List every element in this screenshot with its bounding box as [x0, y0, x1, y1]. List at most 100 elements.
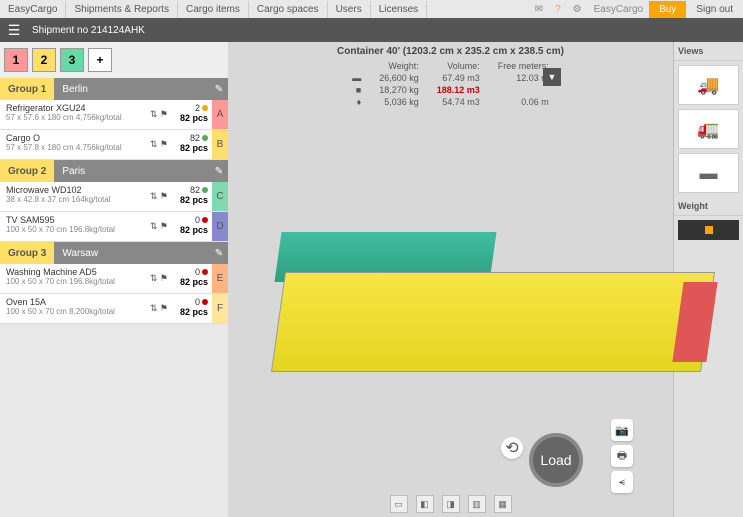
group-city: Paris	[54, 160, 210, 182]
group-city: Warsaw	[54, 242, 210, 264]
cargo-dims: 100 x 50 x 70 cm 196.8kg/total	[6, 277, 140, 286]
group-tab-add[interactable]: +	[88, 48, 112, 72]
stat-volume: 54.74 m3	[429, 97, 488, 107]
nav-shipments[interactable]: Shipments & Reports	[66, 1, 178, 18]
view-container-icon[interactable]: ▬	[678, 153, 739, 193]
cargo-item[interactable]: Oven 15A100 x 50 x 70 cm 8,200kg/total ⇅…	[0, 294, 228, 324]
cargo-count: 0	[176, 215, 208, 225]
cargo-name: Microwave WD102	[6, 185, 140, 195]
stat-weight: 18,270 kg	[371, 85, 427, 95]
cargo-color-letter: D	[212, 212, 228, 241]
tool-5-icon[interactable]: ▦	[494, 495, 512, 513]
top-navigation: EasyCargo Shipments & Reports Cargo item…	[0, 0, 743, 18]
group-tab-3[interactable]: 3	[60, 48, 84, 72]
cargo-name: Oven 15A	[6, 297, 140, 307]
help-icon[interactable]: ?	[549, 1, 567, 18]
cargo-name: Cargo O	[6, 133, 140, 143]
nav-cargo-items[interactable]: Cargo items	[178, 1, 249, 18]
group-edit-icon[interactable]: ✎	[210, 242, 228, 264]
cargo-name: Washing Machine AD5	[6, 267, 140, 277]
stat-volume: 188.12 m3	[429, 85, 488, 95]
shipment-title: Shipment no 214124AHK	[28, 25, 145, 36]
menu-icon[interactable]: ☰	[0, 22, 28, 39]
cargo-color-letter: C	[212, 182, 228, 211]
cargo-count: 82	[176, 133, 208, 143]
camera-icon[interactable]: 📷	[611, 419, 633, 441]
signout-button[interactable]: Sign out	[686, 1, 743, 18]
cargo-pcs: 82 pcs	[176, 143, 208, 153]
tool-1-icon[interactable]: ▭	[390, 495, 408, 513]
container-title: Container 40' (1203.2 cm x 235.2 cm x 23…	[232, 46, 669, 57]
cargo-tool-icons[interactable]: ⇅ ⚑	[146, 294, 172, 323]
view-truck-rear-icon[interactable]: 🚛	[678, 109, 739, 149]
cargo-color-letter: F	[212, 294, 228, 323]
print-icon[interactable]: 🖶	[611, 445, 633, 467]
cargo-block-yellow	[271, 272, 715, 372]
stat-free: 0.06 m	[490, 97, 557, 107]
stat-weight: 5,036 kg	[371, 97, 427, 107]
load-button[interactable]: Load	[529, 433, 583, 487]
share-icon[interactable]: ⪪	[611, 471, 633, 493]
cargo-tool-icons[interactable]: ⇅ ⚑	[146, 100, 172, 129]
cargo-dims: 57 x 57.6 x 180 cm 4,756kg/total	[6, 113, 140, 122]
stat-icon: ■	[344, 85, 369, 95]
cargo-tool-icons[interactable]: ⇅ ⚑	[146, 212, 172, 241]
tool-3-icon[interactable]: ◨	[442, 495, 460, 513]
group-edit-icon[interactable]: ✎	[210, 78, 228, 100]
cargo-count: 0	[176, 297, 208, 307]
cargo-dims: 38 x 42.8 x 37 cm 164kg/total	[6, 195, 140, 204]
cargo-tool-icons[interactable]: ⇅ ⚑	[146, 130, 172, 159]
stat-icon: ▬	[344, 73, 369, 83]
cargo-item[interactable]: TV SAM595100 x 50 x 70 cm 196.8kg/total …	[0, 212, 228, 242]
app-link[interactable]: EasyCargo	[588, 1, 649, 18]
cargo-count: 2	[176, 103, 208, 113]
bottom-toolbar: ▭ ◧ ◨ ▥ ▦	[390, 495, 512, 513]
group-label: Group 2	[0, 160, 54, 182]
rotate-controls: ⟲	[501, 437, 523, 459]
cargo-item[interactable]: Washing Machine AD5100 x 50 x 70 cm 196.…	[0, 264, 228, 294]
container-dropdown[interactable]: ▼	[543, 68, 561, 86]
cargo-item[interactable]: Microwave WD10238 x 42.8 x 37 cm 164kg/t…	[0, 182, 228, 212]
cargo-color-letter: B	[212, 130, 228, 159]
cargo-count: 82	[176, 185, 208, 195]
container-stats-table: Weight:Volume:Free meters: ▬26,600 kg67.…	[342, 59, 559, 109]
tool-2-icon[interactable]: ◧	[416, 495, 434, 513]
stat-volume: 67.49 m3	[429, 73, 488, 83]
group-tab-2[interactable]: 2	[32, 48, 56, 72]
nav-cargo-spaces[interactable]: Cargo spaces	[249, 1, 328, 18]
cargo-dims: 100 x 50 x 70 cm 196.8kg/total	[6, 225, 140, 234]
group-header[interactable]: Group 3Warsaw✎	[0, 242, 228, 264]
cargo-pcs: 82 pcs	[176, 307, 208, 317]
viewport-3d: ▼ Container 40' (1203.2 cm x 235.2 cm x …	[228, 42, 673, 517]
shipment-bar: ☰ Shipment no 214124AHK	[0, 18, 743, 42]
cargo-tool-icons[interactable]: ⇅ ⚑	[146, 182, 172, 211]
nav-easycargo[interactable]: EasyCargo	[0, 1, 66, 18]
nav-users[interactable]: Users	[328, 1, 371, 18]
gear-icon[interactable]: ⚙	[567, 1, 588, 18]
group-header[interactable]: Group 2Paris✎	[0, 160, 228, 182]
view-truck-side-icon[interactable]: 🚚	[678, 65, 739, 105]
cargo-tool-icons[interactable]: ⇅ ⚑	[146, 264, 172, 293]
views-label: Views	[674, 42, 743, 61]
stat-free	[490, 85, 557, 95]
group-tab-1[interactable]: 1	[4, 48, 28, 72]
cargo-name: Refrigerator XGU24	[6, 103, 140, 113]
rotate-icon[interactable]: ⟲	[501, 437, 523, 459]
cargo-item[interactable]: Refrigerator XGU2457 x 57.6 x 180 cm 4,7…	[0, 100, 228, 130]
cargo-dims: 57 x 57.8 x 180 cm 4,756kg/total	[6, 143, 140, 152]
cargo-pcs: 82 pcs	[176, 113, 208, 123]
mail-icon[interactable]: ✉	[529, 1, 549, 18]
cargo-pcs: 82 pcs	[176, 277, 208, 287]
group-tabs: 1 2 3 +	[0, 42, 228, 78]
group-city: Berlin	[54, 78, 210, 100]
stat-weight: 26,600 kg	[371, 73, 427, 83]
nav-licenses[interactable]: Licenses	[371, 1, 427, 18]
group-header[interactable]: Group 1Berlin✎	[0, 78, 228, 100]
buy-button[interactable]: Buy	[649, 1, 686, 18]
container-3d-view[interactable]	[248, 162, 653, 442]
tool-4-icon[interactable]: ▥	[468, 495, 486, 513]
group-edit-icon[interactable]: ✎	[210, 160, 228, 182]
cargo-item[interactable]: Cargo O57 x 57.8 x 180 cm 4,756kg/total …	[0, 130, 228, 160]
cargo-dims: 100 x 50 x 70 cm 8,200kg/total	[6, 307, 140, 316]
stat-icon: ♦	[344, 97, 369, 107]
